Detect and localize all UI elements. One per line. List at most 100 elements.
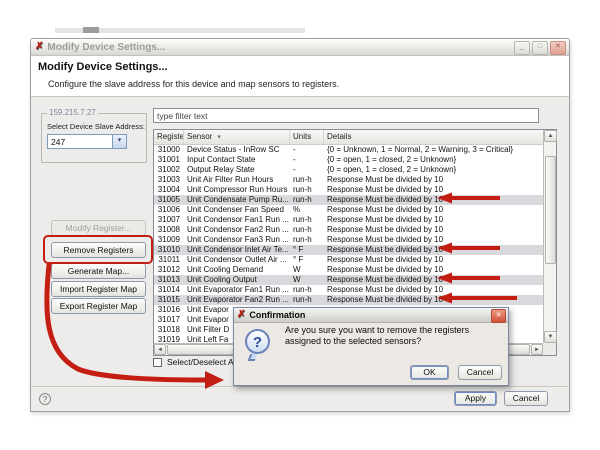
row-register: 31001 xyxy=(154,155,184,165)
table-row[interactable]: 31004Unit Compressor Run Hoursrun-hRespo… xyxy=(154,185,543,195)
slave-address-combobox[interactable]: 247 ▾ xyxy=(47,134,127,149)
page-title: Modify Device Settings... xyxy=(38,61,168,73)
window-title: Modify Device Settings... xyxy=(47,42,165,53)
row-details: {0 = open, 1 = closed, 2 = Unknown} xyxy=(324,165,543,175)
row-register: 31011 xyxy=(154,255,184,265)
row-sensor: Unit Condensor Fan2 Run ... xyxy=(184,225,290,235)
confirmation-close-icon[interactable]: ✕ xyxy=(491,309,506,323)
row-sensor: Unit Cooling Output xyxy=(184,275,290,285)
vertical-scrollbar[interactable]: ▲ ▼ xyxy=(543,130,556,343)
row-sensor: Unit Condenser Fan Speed xyxy=(184,205,290,215)
column-header-units[interactable]: Units xyxy=(290,130,324,144)
row-register: 31019 xyxy=(154,335,184,343)
maximize-icon[interactable]: □ xyxy=(532,41,548,55)
annotation-highlight-box xyxy=(43,235,153,264)
table-row[interactable]: 31014Unit Evaporator Fan1 Run ...run-hRe… xyxy=(154,285,543,295)
help-icon[interactable]: ? xyxy=(39,393,51,405)
modify-register-button: Modify Register... xyxy=(51,220,146,236)
question-icon-tail xyxy=(248,354,258,361)
row-details: Response Must be divided by 10 xyxy=(324,185,543,195)
row-register: 31010 xyxy=(154,245,184,255)
row-units: run-h xyxy=(290,285,324,295)
row-register: 31013 xyxy=(154,275,184,285)
import-register-map-button[interactable]: Import Register Map xyxy=(51,281,146,297)
table-row[interactable]: 31006Unit Condenser Fan Speed%Response M… xyxy=(154,205,543,215)
row-register: 31014 xyxy=(154,285,184,295)
export-register-map-button[interactable]: Export Register Map xyxy=(51,298,146,314)
row-register: 31004 xyxy=(154,185,184,195)
close-icon[interactable]: ✕ xyxy=(550,41,566,55)
table-row[interactable]: 31013Unit Cooling OutputWResponse Must b… xyxy=(154,275,543,285)
row-register: 31017 xyxy=(154,315,184,325)
row-register: 31016 xyxy=(154,305,184,315)
device-ip-label: 159.215.7.27 xyxy=(47,108,98,117)
apply-button[interactable]: Apply xyxy=(454,391,497,406)
ok-button[interactable]: OK xyxy=(410,365,449,380)
select-deselect-all-label: Select/Deselect All xyxy=(167,357,237,367)
column-header-register[interactable]: Register xyxy=(154,130,184,144)
row-sensor: Unit Condensate Pump Ru... xyxy=(184,195,290,205)
page-subtitle: Configure the slave address for this dev… xyxy=(48,79,339,89)
row-units: - xyxy=(290,165,324,175)
table-row[interactable]: 31012Unit Cooling DemandWResponse Must b… xyxy=(154,265,543,275)
table-row[interactable]: 31015Unit Evaporator Fan2 Run ...run-hRe… xyxy=(154,295,543,305)
row-register: 31005 xyxy=(154,195,184,205)
table-row[interactable]: 31010Unit Condensor Inlet Air Te...° FRe… xyxy=(154,245,543,255)
confirmation-dialog: ✗ Confirmation ✕ ? Are you sure you want… xyxy=(233,307,509,386)
row-details: Response Must be divided by 10 xyxy=(324,285,543,295)
row-units: run-h xyxy=(290,195,324,205)
row-sensor: Unit Condensor Fan3 Run ... xyxy=(184,235,290,245)
row-details: {0 = open, 1 = closed, 2 = Unknown} xyxy=(324,155,543,165)
app-icon: ✗ xyxy=(35,42,43,52)
row-register: 31002 xyxy=(154,165,184,175)
window-footer: ? Apply Cancel xyxy=(31,386,569,412)
row-sensor: Output Relay State xyxy=(184,165,290,175)
row-units: W xyxy=(290,265,324,275)
row-sensor: Unit Condensor Fan1 Run ... xyxy=(184,215,290,225)
generate-map-button[interactable]: Generate Map... xyxy=(51,263,146,279)
table-row[interactable]: 31008Unit Condensor Fan2 Run ...run-hRes… xyxy=(154,225,543,235)
table-row[interactable]: 31001Input Contact State-{0 = open, 1 = … xyxy=(154,155,543,165)
row-details: Response Must be divided by 10 xyxy=(324,195,543,205)
table-row[interactable]: 31007Unit Condensor Fan1 Run ...run-hRes… xyxy=(154,215,543,225)
table-row[interactable]: 31005Unit Condensate Pump Ru...run-hResp… xyxy=(154,195,543,205)
scroll-right-icon[interactable]: ► xyxy=(531,344,543,355)
scroll-down-icon[interactable]: ▼ xyxy=(544,331,557,343)
row-details: Response Must be divided by 10 xyxy=(324,295,543,305)
row-details: Response Must be divided by 10 xyxy=(324,175,543,185)
table-row[interactable]: 31011Unit Condensor Outlet Air ...° FRes… xyxy=(154,255,543,265)
scroll-left-icon[interactable]: ◄ xyxy=(154,344,166,355)
window-titlebar[interactable]: ✗ Modify Device Settings... _ □ ✕ xyxy=(31,39,569,56)
table-row[interactable]: 31002Output Relay State-{0 = open, 1 = c… xyxy=(154,165,543,175)
confirmation-title: Confirmation xyxy=(249,310,305,320)
row-units: run-h xyxy=(290,175,324,185)
column-header-sensor[interactable]: Sensor▾ xyxy=(184,130,290,144)
minimize-icon[interactable]: _ xyxy=(514,41,530,55)
confirmation-app-icon: ✗ xyxy=(237,310,245,320)
table-row[interactable]: 31009Unit Condensor Fan3 Run ...run-hRes… xyxy=(154,235,543,245)
scroll-up-icon[interactable]: ▲ xyxy=(544,130,557,142)
confirmation-titlebar[interactable]: ✗ Confirmation xyxy=(234,308,508,323)
select-deselect-all-checkbox[interactable] xyxy=(153,358,162,367)
dialog-cancel-button[interactable]: Cancel xyxy=(458,365,502,380)
filter-input[interactable] xyxy=(153,108,539,123)
vertical-scrollbar-thumb[interactable] xyxy=(545,156,556,264)
slave-address-label: Select Device Slave Address: xyxy=(47,122,145,131)
row-sensor: Device Status - InRow SC xyxy=(184,145,290,155)
row-units: % xyxy=(290,205,324,215)
device-address-group: 159.215.7.27 Select Device Slave Address… xyxy=(41,113,147,163)
column-header-details[interactable]: Details xyxy=(324,130,543,144)
row-register: 31007 xyxy=(154,215,184,225)
row-sensor: Unit Evaporator Fan1 Run ... xyxy=(184,285,290,295)
row-details: Response Must be divided by 10 xyxy=(324,215,543,225)
row-sensor: Input Contact State xyxy=(184,155,290,165)
chevron-down-icon[interactable]: ▾ xyxy=(112,135,126,148)
row-register: 31012 xyxy=(154,265,184,275)
row-register: 31015 xyxy=(154,295,184,305)
row-sensor: Unit Evaporator Fan2 Run ... xyxy=(184,295,290,305)
cancel-button[interactable]: Cancel xyxy=(504,391,548,406)
table-row[interactable]: 31003Unit Air Filter Run Hoursrun-hRespo… xyxy=(154,175,543,185)
row-sensor: Unit Condensor Inlet Air Te... xyxy=(184,245,290,255)
table-row[interactable]: 31000Device Status - InRow SC-{0 = Unkno… xyxy=(154,145,543,155)
sort-indicator-icon: ▾ xyxy=(217,134,221,141)
